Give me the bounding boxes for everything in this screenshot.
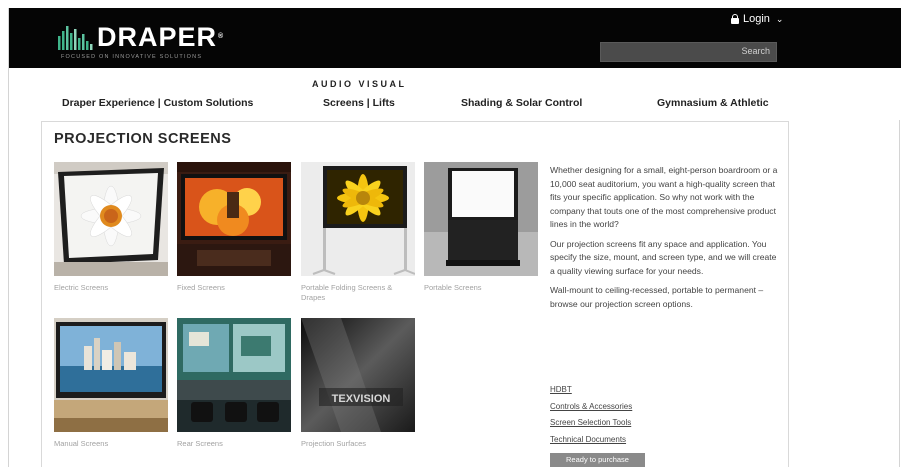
page-frame: DRAPER® FOCUSED ON INNOVATIVE SOLUTIONS …: [8, 8, 901, 467]
fixed-screen-image: [177, 162, 291, 276]
resource-links: HDBT Controls & Accessories Screen Selec…: [550, 382, 632, 448]
manual-screen-image: [54, 318, 168, 432]
page-title: PROJECTION SCREENS: [54, 131, 232, 147]
login-menu[interactable]: Login ⌄: [731, 13, 783, 25]
tile-caption: Portable Screens: [424, 283, 482, 292]
tile-portable-screens[interactable]: Portable Screens: [424, 162, 538, 293]
chevron-down-icon: ⌄: [775, 13, 784, 24]
lock-icon: [731, 14, 739, 24]
nav-item-draper-experience[interactable]: Draper Experience | Custom Solutions: [62, 97, 253, 109]
tile-electric-screens[interactable]: Electric Screens: [54, 162, 168, 293]
logo-tagline: FOCUSED ON INNOVATIVE SOLUTIONS: [61, 54, 203, 60]
tile-fixed-screens[interactable]: Fixed Screens: [177, 162, 291, 293]
logo-bars-icon: [58, 26, 93, 50]
tile-caption: Fixed Screens: [177, 283, 225, 292]
nav-item-shading[interactable]: Shading & Solar Control: [461, 97, 582, 109]
site-header: DRAPER® FOCUSED ON INNOVATIVE SOLUTIONS …: [9, 8, 901, 68]
nav-item-gymnasium[interactable]: Gymnasium & Athletic: [657, 97, 769, 109]
link-hdbt[interactable]: HDBT: [550, 382, 632, 399]
texvision-logo-text: TEXVISION: [332, 393, 391, 405]
link-screen-selection-tools[interactable]: Screen Selection Tools: [550, 415, 632, 432]
description-paragraph: Our projection screens fit any space and…: [550, 238, 777, 276]
projection-screens-panel: PROJECTION SCREENS Electric Screens Fixe…: [41, 121, 789, 467]
logo-wordmark: DRAPER®: [97, 22, 225, 52]
link-controls-accessories[interactable]: Controls & Accessories: [550, 399, 632, 416]
portable-screen-image: [424, 162, 538, 276]
search-input[interactable]: Search: [600, 42, 777, 62]
tile-caption: Portable Folding Screens & Drapes: [301, 283, 393, 302]
ready-to-purchase-button[interactable]: Ready to purchase: [550, 453, 645, 467]
description-paragraph: Wall-mount to ceiling-recessed, portable…: [550, 285, 764, 309]
draper-logo[interactable]: DRAPER® FOCUSED ON INNOVATIVE SOLUTIONS: [57, 22, 237, 66]
tile-manual-screens[interactable]: Manual Screens: [54, 318, 168, 449]
search-button[interactable]: Search: [741, 46, 770, 56]
description-paragraph: Whether designing for a small, eight-per…: [550, 165, 778, 229]
login-label: Login: [743, 13, 770, 25]
tile-caption: Projection Surfaces: [301, 439, 367, 448]
description-text: Whether designing for a small, eight-per…: [550, 164, 782, 317]
electric-screen-image: [54, 162, 168, 276]
rear-screen-image: [177, 318, 291, 432]
main-nav: AUDIO VISUAL Draper Experience | Custom …: [9, 68, 901, 120]
nav-kicker-audio-visual: AUDIO VISUAL: [312, 79, 407, 89]
folding-screen-image: [301, 162, 416, 276]
nav-item-screens-lifts[interactable]: Screens | Lifts: [323, 97, 395, 109]
link-technical-documents[interactable]: Technical Documents: [550, 432, 632, 449]
tile-projection-surfaces[interactable]: TEXVISION Projection Surfaces: [301, 318, 415, 449]
projection-surfaces-image: TEXVISION: [301, 318, 415, 432]
tile-caption: Rear Screens: [177, 439, 223, 448]
tile-rear-screens[interactable]: Rear Screens: [177, 318, 291, 449]
tile-folding-screens[interactable]: Portable Folding Screens & Drapes: [301, 162, 416, 303]
tile-caption: Electric Screens: [54, 283, 109, 292]
tile-caption: Manual Screens: [54, 439, 109, 448]
